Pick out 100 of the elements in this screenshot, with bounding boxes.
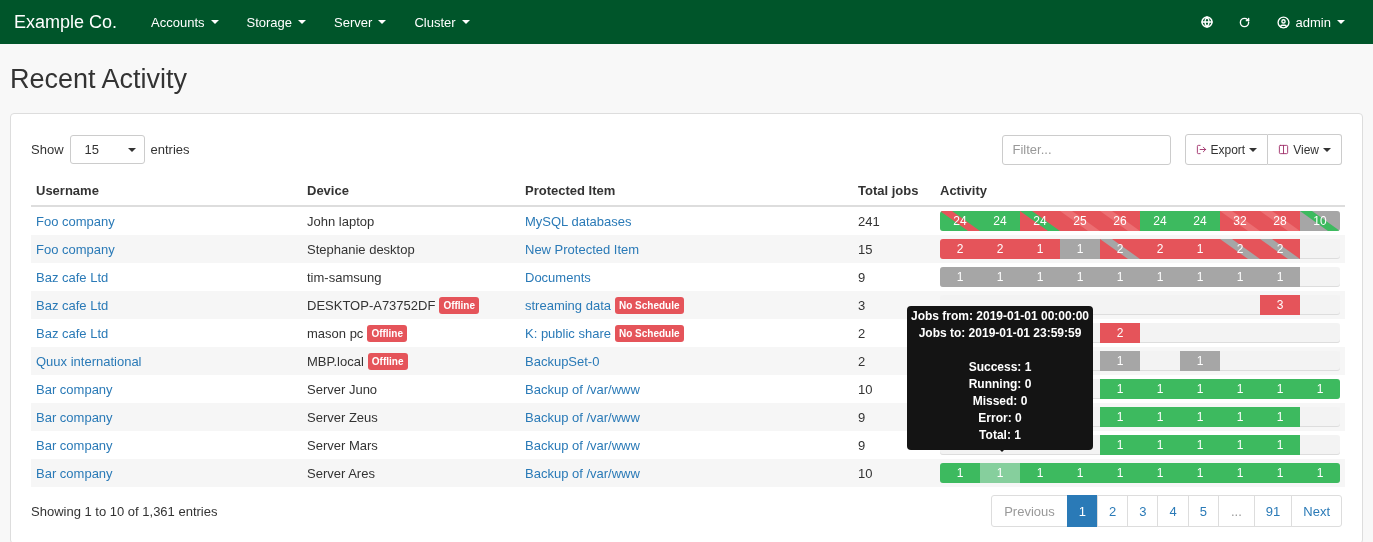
nav-menu[interactable]: Server [320, 14, 401, 30]
activity-segment[interactable]: 1 [1100, 267, 1140, 287]
activity-segment[interactable]: 1 [1020, 239, 1060, 259]
activity-segment[interactable]: 1 [1020, 267, 1060, 287]
activity-segment[interactable]: 1 [980, 463, 1020, 483]
activity-segment[interactable]: 2 [980, 239, 1020, 259]
activity-segment[interactable]: 1 [1140, 267, 1180, 287]
activity-segment[interactable]: 1 [1260, 379, 1300, 399]
activity-segment[interactable]: 1 [1180, 463, 1220, 483]
page-button[interactable]: 1 [1066, 495, 1098, 527]
activity-segment[interactable]: 1 [1260, 435, 1300, 455]
activity-segment[interactable]: 2 [1100, 323, 1140, 343]
activity-segment[interactable]: 1 [1220, 463, 1260, 483]
activity-segment[interactable]: 1 [1300, 463, 1340, 483]
activity-segment[interactable]: 1 [1140, 379, 1180, 399]
job-count: 1 [1196, 354, 1204, 368]
activity-segment[interactable]: 1 [1060, 463, 1100, 483]
activity-segment[interactable]: 24 [1140, 211, 1180, 231]
activity-segment[interactable]: 2 [1100, 239, 1140, 259]
activity-segment[interactable]: 1 [1220, 407, 1260, 427]
activity-segment[interactable]: 2 [1260, 239, 1300, 259]
page-button[interactable]: ... [1217, 495, 1255, 527]
activity-segment[interactable]: 1 [1260, 267, 1300, 287]
username-link[interactable]: Baz cafe Ltd [36, 269, 109, 285]
item-link[interactable]: Backup of /var/www [525, 381, 640, 397]
username-link[interactable]: Baz cafe Ltd [36, 325, 109, 341]
activity-segment[interactable]: 1 [980, 267, 1020, 287]
export-button[interactable]: Export [1184, 134, 1269, 165]
nav-menu[interactable]: Storage [232, 14, 321, 30]
user-menu[interactable]: admin [1262, 14, 1359, 30]
activity-segment[interactable]: 2 [1220, 239, 1260, 259]
activity-segment[interactable]: 1 [1140, 435, 1180, 455]
activity-segment[interactable]: 25 [1060, 211, 1100, 231]
activity-segment[interactable]: 1 [1020, 463, 1060, 483]
username-link[interactable]: Baz cafe Ltd [36, 297, 109, 313]
job-count: 1 [1236, 270, 1244, 284]
activity-segment[interactable]: 1 [1060, 267, 1100, 287]
username-link[interactable]: Bar company [36, 381, 113, 397]
activity-segment[interactable]: 1 [1180, 435, 1220, 455]
username-link[interactable]: Foo company [36, 213, 115, 229]
columns-icon [1278, 144, 1290, 155]
activity-segment[interactable]: 28 [1260, 211, 1300, 231]
page-button[interactable]: 91 [1253, 495, 1293, 527]
username-link[interactable]: Bar company [36, 409, 113, 425]
item-link[interactable]: K: public share [525, 325, 611, 341]
filter-field[interactable]: Filter... [1001, 134, 1171, 165]
item-link[interactable]: Backup of /var/www [525, 409, 640, 425]
activity-segment[interactable]: 24 [980, 211, 1020, 231]
activity-segment[interactable]: 1 [1100, 435, 1140, 455]
activity-segment[interactable]: 1 [1060, 239, 1100, 259]
activity-segment[interactable]: 26 [1100, 211, 1140, 231]
nav-menu[interactable]: Accounts [137, 14, 233, 30]
item-link[interactable]: streaming data [525, 297, 611, 313]
activity-segment[interactable]: 2 [940, 239, 980, 259]
activity-segment[interactable]: 1 [1220, 379, 1260, 399]
item-link[interactable]: MySQL databases [525, 213, 632, 229]
page-size-select[interactable]: 15 [69, 135, 145, 164]
activity-segment[interactable]: 1 [1100, 351, 1140, 371]
job-count: 1 [996, 466, 1004, 480]
view-button[interactable]: View [1268, 134, 1342, 165]
activity-segment[interactable]: 1 [1180, 267, 1220, 287]
activity-segment[interactable]: 1 [1220, 267, 1260, 287]
page-button[interactable]: Next [1291, 495, 1342, 527]
page-button[interactable]: 2 [1097, 495, 1129, 527]
activity-segment[interactable]: 1 [1260, 407, 1300, 427]
activity-segment[interactable]: 24 [1180, 211, 1220, 231]
page-button[interactable]: 3 [1127, 495, 1159, 527]
username-link[interactable]: Foo company [36, 241, 115, 257]
nav-menu[interactable]: Cluster [400, 14, 484, 30]
activity-segment[interactable]: 1 [1100, 407, 1140, 427]
item-link[interactable]: Backup of /var/www [525, 465, 640, 481]
activity-segment[interactable]: 1 [1140, 407, 1180, 427]
job-count: 2 [1156, 242, 1164, 256]
activity-segment[interactable]: 3 [1260, 295, 1300, 315]
username-link[interactable]: Bar company [36, 437, 113, 453]
item-link[interactable]: Documents [525, 269, 591, 285]
job-count: 1 [1156, 438, 1164, 452]
activity-segment[interactable]: 1 [940, 463, 980, 483]
activity-segment[interactable]: 1 [1260, 463, 1300, 483]
activity-segment[interactable]: 2 [1140, 239, 1180, 259]
activity-segment[interactable]: 1 [1180, 407, 1220, 427]
item-link[interactable]: Backup of /var/www [525, 437, 640, 453]
username-link[interactable]: Bar company [36, 465, 113, 481]
activity-segment[interactable]: 1 [1180, 351, 1220, 371]
item-link[interactable]: New Protected Item [525, 241, 640, 257]
page-button[interactable]: 4 [1157, 495, 1189, 527]
activity-segment[interactable]: 1 [1180, 239, 1220, 259]
activity-segment[interactable]: 32 [1220, 211, 1260, 231]
activity-segment[interactable]: 1 [1220, 435, 1260, 455]
brand-name[interactable]: Example Co. [14, 11, 118, 33]
activity-segment[interactable]: 1 [1180, 379, 1220, 399]
activity-segment[interactable]: 1 [1100, 463, 1140, 483]
activity-segment[interactable]: 1 [1140, 463, 1180, 483]
page-button[interactable]: Previous [991, 495, 1068, 527]
item-link[interactable]: BackupSet-0 [525, 353, 600, 369]
page-button[interactable]: 5 [1187, 495, 1219, 527]
activity-segment[interactable]: 10 [1300, 211, 1340, 231]
activity-segment[interactable]: 1 [1300, 379, 1340, 399]
activity-segment[interactable]: 1 [940, 267, 980, 287]
activity-segment[interactable]: 1 [1100, 379, 1140, 399]
